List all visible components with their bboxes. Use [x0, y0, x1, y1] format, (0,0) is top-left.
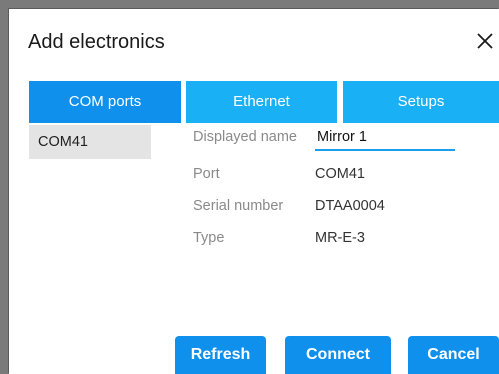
port-list: COM41	[29, 125, 151, 159]
add-electronics-dialog: Add electronics COM ports Ethernet Setup…	[9, 9, 499, 374]
cancel-button[interactable]: Cancel	[408, 336, 499, 374]
displayed-name-label: Displayed name	[193, 129, 297, 145]
serial-number-label: Serial number	[193, 198, 284, 214]
type-label: Type	[193, 230, 225, 246]
serial-number-value: DTAA0004	[315, 198, 385, 214]
serial-number-row: Serial number DTAA0004	[193, 194, 483, 218]
tab-com-ports[interactable]: COM ports	[29, 81, 181, 123]
close-icon[interactable]	[475, 31, 495, 51]
port-label: Port	[193, 166, 220, 182]
connect-button[interactable]: Connect	[285, 336, 391, 374]
tab-ethernet[interactable]: Ethernet	[186, 81, 337, 123]
type-value: MR-E-3	[315, 230, 365, 246]
tab-setups[interactable]: Setups	[343, 81, 499, 123]
port-value: COM41	[315, 166, 365, 182]
displayed-name-row: Displayed name	[193, 125, 483, 151]
refresh-button[interactable]: Refresh	[175, 336, 266, 374]
port-list-item[interactable]: COM41	[29, 125, 151, 159]
dialog-title: Add electronics	[28, 31, 165, 53]
displayed-name-input[interactable]	[315, 125, 455, 151]
title-bar: Add electronics	[9, 9, 499, 79]
tab-bar: COM ports Ethernet Setups	[29, 81, 499, 125]
port-row: Port COM41	[193, 162, 483, 186]
device-details: Displayed name Port COM41 Serial number …	[193, 125, 483, 255]
type-row: Type MR-E-3	[193, 226, 483, 250]
